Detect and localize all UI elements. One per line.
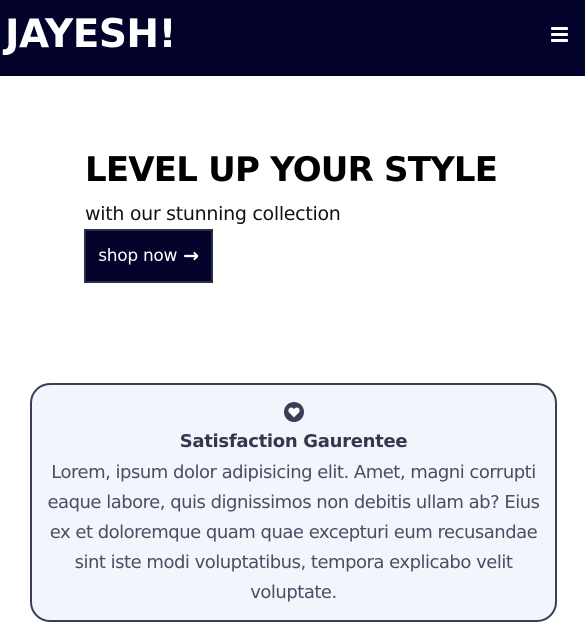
menu-bar-bottom xyxy=(551,39,568,42)
arrow-right-icon: → xyxy=(183,244,199,267)
shop-now-button[interactable]: shop now → xyxy=(84,229,213,283)
site-logo[interactable]: JAYESH! xyxy=(5,13,176,57)
card-description: Lorem, ipsum dolor adipisicing elit. Ame… xyxy=(47,462,540,603)
card-title: Satisfaction Gaurentee xyxy=(179,431,408,452)
heart-icon xyxy=(284,402,304,422)
menu-bar-middle xyxy=(551,33,568,36)
hamburger-menu-icon[interactable] xyxy=(549,24,573,46)
navbar: JAYESH! xyxy=(0,0,585,76)
feature-card: Satisfaction Gaurentee Lorem, ipsum dolo… xyxy=(30,383,557,622)
menu-bar-top xyxy=(551,27,568,30)
hero-title: LEVEL UP YOUR STYLE xyxy=(85,150,498,190)
hero-subtitle: with our stunning collection xyxy=(85,203,341,225)
shop-now-label: shop now xyxy=(98,246,178,266)
heart-icon-glyph xyxy=(288,407,300,418)
